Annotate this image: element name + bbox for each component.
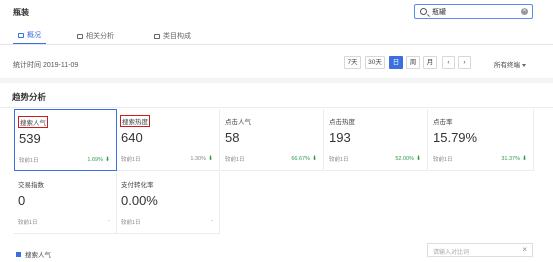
metric-name: 搜索人气 bbox=[18, 116, 48, 128]
period-month-button[interactable]: 月 bbox=[423, 56, 437, 69]
next-period-button[interactable]: › bbox=[458, 56, 471, 69]
metric-value: 0 bbox=[18, 193, 26, 208]
metric-change-value: 1.30% bbox=[190, 156, 206, 162]
period-30days-button[interactable]: 30天 bbox=[365, 56, 385, 69]
tab-divider bbox=[0, 44, 553, 45]
arrow-down-icon: ⬇ bbox=[207, 156, 213, 162]
metric-value: 58 bbox=[225, 130, 240, 145]
metric-change: 31.37% ⬇ bbox=[501, 155, 527, 162]
metric-change: 1.69% ⬇ bbox=[87, 156, 110, 163]
chevron-down-icon bbox=[522, 63, 526, 67]
arrow-down-icon: ⬇ bbox=[521, 156, 527, 162]
section-title: 趋势分析 bbox=[12, 92, 47, 102]
tab-label: 概况 bbox=[27, 32, 41, 39]
tab-label: 类目构成 bbox=[163, 33, 191, 40]
stat-time: 统计时间 2019-11-09 bbox=[13, 62, 79, 69]
section-divider bbox=[0, 107, 553, 108]
tab-category-composition[interactable]: 类目构成 bbox=[154, 27, 191, 45]
tab-related-analysis[interactable]: 相关分析 bbox=[77, 27, 114, 45]
metric-compare-label: 较前1日 bbox=[19, 158, 39, 164]
chart-legend[interactable]: 搜索人气 bbox=[16, 249, 51, 259]
search-box[interactable]: 瓶罐 × bbox=[414, 4, 533, 19]
metric-compare-label: 较前1日 bbox=[225, 157, 245, 163]
tab-bar: 概况 相关分析 类目构成 bbox=[0, 27, 553, 45]
metric-change-value: 66.67% bbox=[291, 156, 310, 162]
period-7days-button[interactable]: 7天 bbox=[344, 56, 361, 69]
metric-value: 15.79% bbox=[433, 130, 478, 145]
metric-value: 539 bbox=[19, 131, 41, 146]
close-icon[interactable]: × bbox=[522, 245, 527, 254]
period-week-button[interactable]: 周 bbox=[406, 56, 420, 69]
metric-compare-label: 较前1日 bbox=[121, 220, 141, 226]
tab-overview[interactable]: 概况 bbox=[13, 27, 46, 45]
header-panel: 瓶装 瓶罐 × 概况 相关分析 类目构成 统计时间 2019-11-09 7天 … bbox=[0, 0, 553, 78]
metric-change-value: 1.69% bbox=[87, 157, 103, 163]
search-icon bbox=[420, 8, 427, 15]
search-input[interactable]: 瓶罐 bbox=[432, 7, 446, 17]
arrow-down-icon: ⬇ bbox=[311, 156, 317, 162]
metric-change: 66.67% ⬇ bbox=[291, 155, 317, 162]
metric-card-payment-conversion[interactable]: 支付转化率 0.00% 较前1日 - bbox=[117, 172, 220, 234]
metric-name: 点击率 bbox=[433, 119, 453, 126]
prev-period-button[interactable]: ‹ bbox=[442, 56, 455, 69]
page-title: 瓶装 bbox=[13, 8, 29, 17]
compare-input-placeholder: 请输入对比词 bbox=[433, 250, 470, 256]
metric-value: 193 bbox=[329, 130, 351, 145]
metric-name: 交易指数 bbox=[18, 182, 44, 189]
analysis-icon bbox=[77, 33, 83, 39]
metric-card-click-rate[interactable]: 点击率 15.79% 较前1日 31.37% ⬇ bbox=[429, 109, 534, 171]
metric-name: 点击人气 bbox=[225, 119, 251, 126]
metric-card-transaction-index[interactable]: 交易指数 0 较前1日 - bbox=[14, 172, 117, 234]
overview-icon bbox=[18, 32, 24, 38]
metric-compare-label: 较前1日 bbox=[18, 220, 38, 226]
category-icon bbox=[154, 33, 160, 39]
metric-compare-label: 较前1日 bbox=[121, 157, 141, 163]
metric-change: 1.30% ⬇ bbox=[190, 155, 213, 162]
metric-value: 640 bbox=[121, 130, 143, 145]
metric-compare-label: 较前1日 bbox=[433, 157, 453, 163]
clear-search-icon[interactable]: × bbox=[521, 8, 528, 15]
metric-change: 52.00% ⬇ bbox=[395, 155, 421, 162]
legend-swatch bbox=[16, 251, 21, 257]
metric-change-value: 31.37% bbox=[501, 156, 520, 162]
metric-card-search-heat[interactable]: 搜索热度 640 较前1日 1.30% ⬇ bbox=[117, 109, 220, 171]
metric-change-value: - bbox=[211, 218, 213, 224]
metric-name: 搜索热度 bbox=[120, 115, 150, 127]
metric-value: 0.00% bbox=[121, 193, 158, 208]
metric-change-value: 52.00% bbox=[395, 156, 414, 162]
metric-card-click-popularity[interactable]: 点击人气 58 较前1日 66.67% ⬇ bbox=[221, 109, 324, 171]
metric-compare-label: 较前1日 bbox=[329, 157, 349, 163]
metric-card-search-popularity[interactable]: 搜索人气 539 较前1日 1.69% ⬇ bbox=[14, 109, 117, 171]
trend-analysis-panel: 趋势分析 搜索人气 539 较前1日 1.69% ⬇ 搜索热度 640 较前1日 … bbox=[0, 83, 553, 262]
terminal-select-label: 所有终端 bbox=[494, 62, 520, 69]
metric-name: 点击热度 bbox=[329, 119, 355, 126]
legend-label: 搜索人气 bbox=[25, 252, 51, 259]
metric-card-click-heat[interactable]: 点击热度 193 较前1日 52.00% ⬇ bbox=[325, 109, 428, 171]
arrow-down-icon: ⬇ bbox=[415, 156, 421, 162]
metric-name: 支付转化率 bbox=[121, 182, 154, 189]
tab-label: 相关分析 bbox=[86, 33, 114, 40]
compare-word-input[interactable]: 请输入对比词 × bbox=[427, 243, 533, 257]
terminal-select[interactable]: 所有终端 bbox=[494, 59, 526, 69]
metric-change-value: - bbox=[108, 218, 110, 224]
period-day-button[interactable]: 日 bbox=[389, 56, 403, 69]
arrow-down-icon: ⬇ bbox=[104, 157, 110, 163]
